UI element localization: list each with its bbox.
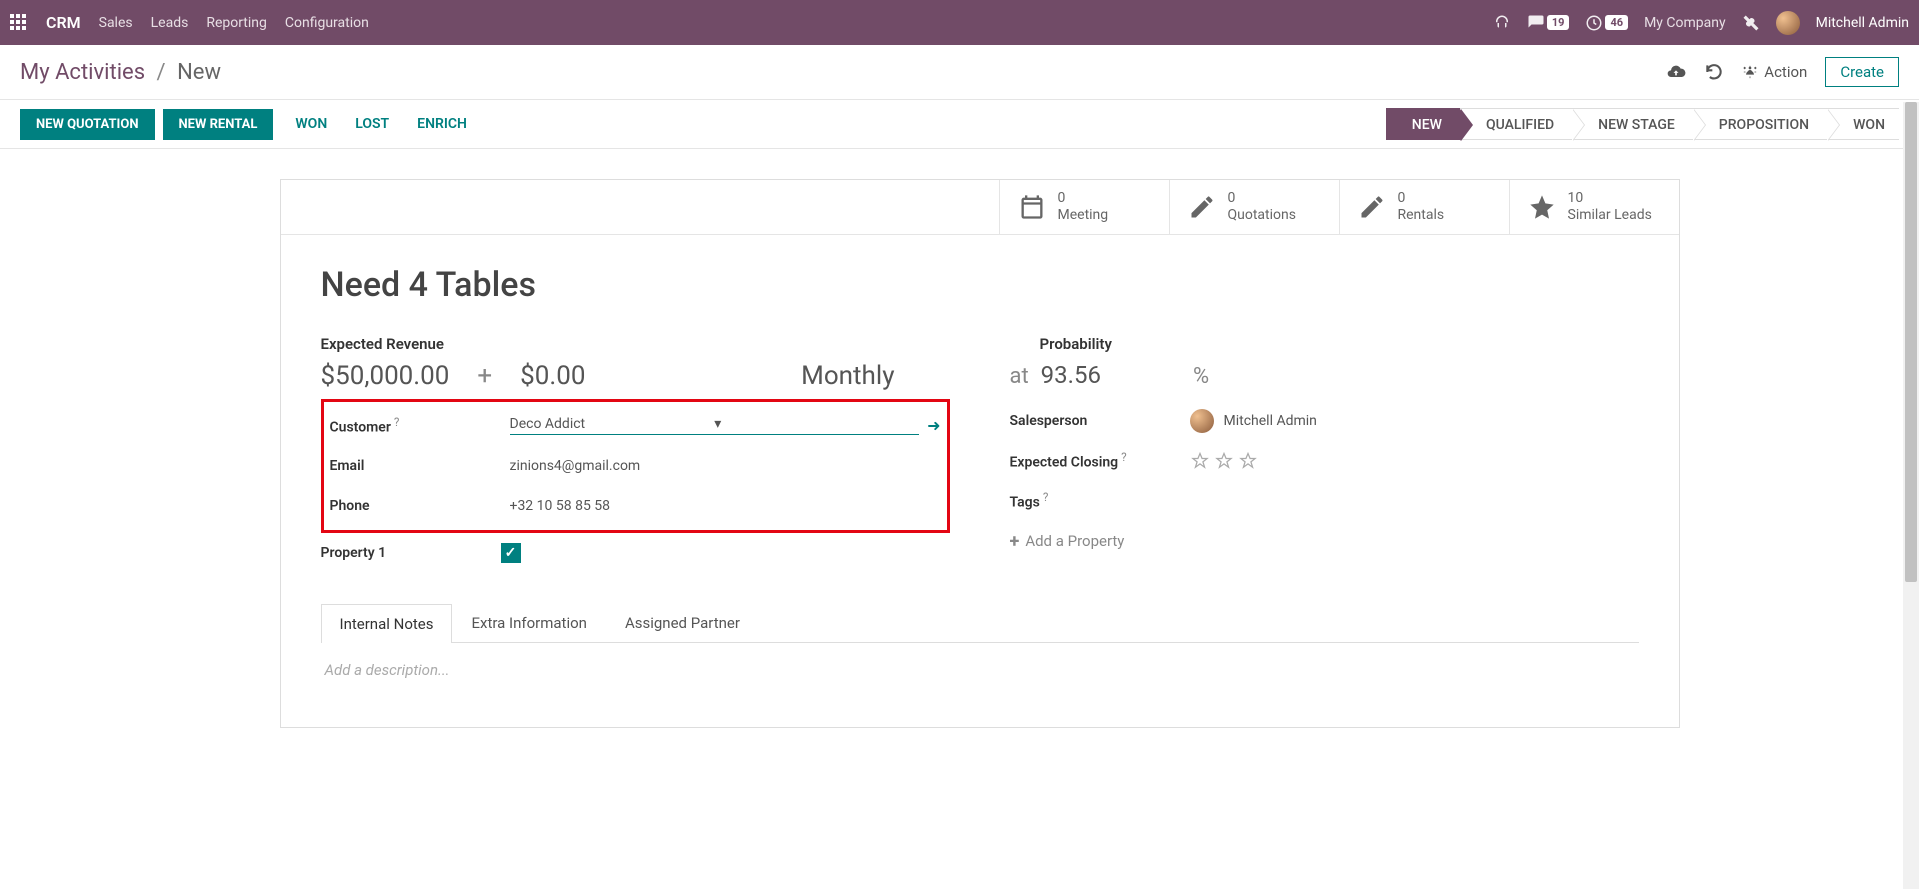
revenue-period[interactable]: Monthly <box>801 361 949 391</box>
expected-revenue-label: Expected Revenue <box>321 335 950 353</box>
navbar-brand[interactable]: CRM <box>46 13 81 32</box>
tabs: Internal Notes Extra Information Assigne… <box>321 603 1639 643</box>
scrollbar[interactable] <box>1903 102 1919 889</box>
lead-title[interactable]: Need 4 Tables <box>321 265 1639 305</box>
salesperson-value[interactable]: Mitchell Admin <box>1190 409 1639 433</box>
email-value[interactable]: zinions4@gmail.com <box>510 458 941 474</box>
clock-icon[interactable]: 46 <box>1585 14 1628 32</box>
stat-similar-leads[interactable]: 10Similar Leads <box>1509 180 1679 234</box>
stage-proposition[interactable]: PROPOSITION <box>1693 108 1827 140</box>
new-rental-button[interactable]: NEW RENTAL <box>163 109 274 140</box>
stat-meeting[interactable]: 0Meeting <box>999 180 1169 234</box>
stage-new-stage[interactable]: NEW STAGE <box>1572 108 1693 140</box>
apps-icon[interactable] <box>10 14 28 32</box>
tab-assigned-partner[interactable]: Assigned Partner <box>606 603 759 642</box>
action-dropdown[interactable]: Action <box>1742 63 1807 81</box>
new-quotation-button[interactable]: NEW QUOTATION <box>20 109 155 140</box>
nav-configuration[interactable]: Configuration <box>285 15 369 31</box>
form-sheet: 0Meeting 0Quotations 0Rentals 10Similar … <box>280 179 1680 728</box>
company-selector[interactable]: My Company <box>1644 15 1726 31</box>
star-icon[interactable] <box>1214 451 1234 471</box>
calendar-icon <box>1018 193 1046 221</box>
star-icon[interactable] <box>1238 451 1258 471</box>
edit-icon <box>1358 193 1386 221</box>
enrich-button[interactable]: ENRICH <box>403 108 481 140</box>
create-button[interactable]: Create <box>1825 57 1899 87</box>
nav-leads[interactable]: Leads <box>151 15 189 31</box>
breadcrumb: My Activities / New <box>20 60 221 85</box>
breadcrumb-row: My Activities / New Action Create <box>0 45 1919 100</box>
probability-at: at <box>1010 364 1029 389</box>
stage-qualified[interactable]: QUALIFIED <box>1460 108 1572 140</box>
stage-new[interactable]: NEW <box>1386 108 1460 140</box>
nav-reporting[interactable]: Reporting <box>206 15 267 31</box>
tab-internal-notes[interactable]: Internal Notes <box>321 604 453 643</box>
cloud-upload-icon[interactable] <box>1666 62 1686 82</box>
salesperson-label: Salesperson <box>1010 413 1190 429</box>
probability-label: Probability <box>1040 335 1639 353</box>
plus-icon: + <box>477 361 492 391</box>
top-navbar: CRM Sales Leads Reporting Configuration … <box>0 0 1919 45</box>
probability-pct: % <box>1193 364 1209 389</box>
salesperson-avatar <box>1190 409 1214 433</box>
external-link-icon[interactable]: ➜ <box>927 416 940 435</box>
description-input[interactable]: Add a description... <box>325 661 1635 679</box>
nav-sales[interactable]: Sales <box>99 15 133 31</box>
chat-icon[interactable]: 19 <box>1527 14 1570 32</box>
phone-value[interactable]: +32 10 58 85 58 <box>510 498 941 514</box>
expected-closing-label: Expected Closing? <box>1010 450 1190 471</box>
stage-pipeline: NEW QUALIFIED NEW STAGE PROPOSITION WON <box>1386 108 1899 140</box>
stage-row: NEW QUOTATION NEW RENTAL WON LOST ENRICH… <box>0 100 1919 149</box>
won-button[interactable]: WON <box>281 108 341 140</box>
property1-checkbox[interactable] <box>501 543 521 563</box>
breadcrumb-root[interactable]: My Activities <box>20 60 145 85</box>
tools-icon[interactable] <box>1742 14 1760 32</box>
customer-field[interactable]: Deco Addict ▾ <box>510 416 920 435</box>
stat-quotations[interactable]: 0Quotations <box>1169 180 1339 234</box>
probability-value[interactable]: 93.56 <box>1041 361 1101 389</box>
lost-button[interactable]: LOST <box>341 108 403 140</box>
breadcrumb-current: New <box>177 60 221 85</box>
tags-label: Tags? <box>1010 490 1190 511</box>
property1-label: Property 1 <box>321 545 501 561</box>
chevron-down-icon[interactable]: ▾ <box>714 416 919 432</box>
tab-content: Add a description... <box>321 643 1639 697</box>
phone-label: Phone <box>330 498 510 514</box>
customer-label: Customer? <box>330 415 510 436</box>
star-icon <box>1528 193 1556 221</box>
stat-rentals[interactable]: 0Rentals <box>1339 180 1509 234</box>
user-avatar[interactable] <box>1776 11 1800 35</box>
stat-row: 0Meeting 0Quotations 0Rentals 10Similar … <box>281 180 1679 235</box>
recurring-revenue-value[interactable]: $0.00 <box>520 361 585 391</box>
add-property-button[interactable]: + Add a Property <box>1010 531 1639 552</box>
edit-icon <box>1188 193 1216 221</box>
highlight-box: Customer? Deco Addict ▾ ➜ Email <box>321 399 950 533</box>
email-label: Email <box>330 458 510 474</box>
revenue-value[interactable]: $50,000.00 <box>321 361 450 391</box>
user-name[interactable]: Mitchell Admin <box>1816 15 1909 31</box>
phone-icon[interactable] <box>1493 14 1511 32</box>
clock-badge: 46 <box>1605 15 1628 30</box>
undo-icon[interactable] <box>1704 62 1724 82</box>
star-icon[interactable] <box>1190 451 1210 471</box>
chat-badge: 19 <box>1547 15 1570 30</box>
scrollbar-thumb[interactable] <box>1905 102 1917 582</box>
priority-stars[interactable] <box>1190 451 1639 471</box>
tab-extra-information[interactable]: Extra Information <box>452 603 605 642</box>
